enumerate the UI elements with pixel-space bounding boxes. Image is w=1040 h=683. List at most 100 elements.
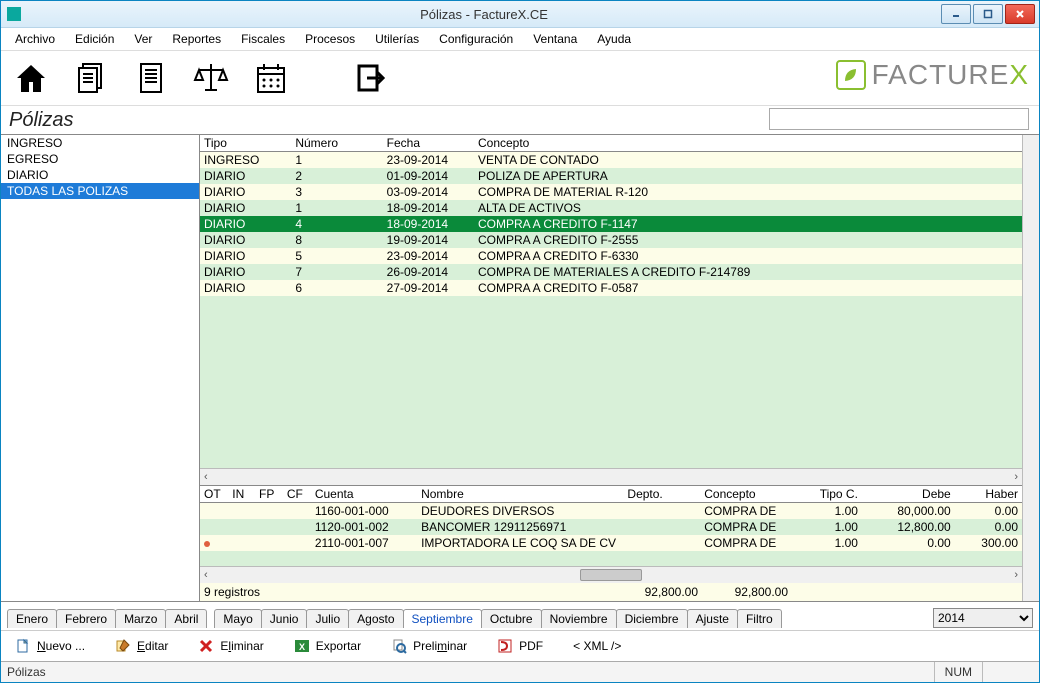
total-haber: 92,800.00 [698, 585, 788, 599]
menu-fiscales[interactable]: Fiscales [233, 30, 293, 48]
page-title: Pólizas [9, 109, 73, 132]
exit-icon[interactable] [351, 58, 391, 98]
edit-icon [115, 638, 131, 654]
col-header[interactable]: Nombre [417, 486, 623, 503]
col-header[interactable]: Depto. [623, 486, 700, 503]
year-select[interactable]: 2014 [933, 608, 1033, 628]
top-hscroll[interactable]: ‹› [200, 468, 1022, 485]
balance-icon[interactable] [191, 58, 231, 98]
col-header[interactable]: Tipo C. [806, 486, 862, 503]
detail-table[interactable]: OTINFPCFCuentaNombreDepto.ConceptoTipo C… [200, 486, 1022, 551]
detail-hscroll[interactable]: ‹› [200, 566, 1022, 583]
detail-panel: OTINFPCFCuentaNombreDepto.ConceptoTipo C… [200, 485, 1022, 601]
status-num: NUM [934, 662, 982, 682]
main-area: INGRESOEGRESODIARIOTODAS LAS POLIZAS Tip… [1, 134, 1039, 601]
tab-febrero[interactable]: Febrero [56, 609, 116, 628]
tab-octubre[interactable]: Octubre [481, 609, 542, 628]
tab-noviembre[interactable]: Noviembre [541, 609, 617, 628]
col-header[interactable]: Concepto [474, 135, 1022, 152]
menu-reportes[interactable]: Reportes [164, 30, 229, 48]
tab-junio[interactable]: Junio [261, 609, 308, 628]
table-row[interactable]: DIARIO726-09-2014COMPRA DE MATERIALES A … [200, 264, 1022, 280]
col-header[interactable]: Cuenta [311, 486, 417, 503]
svg-text:X: X [299, 642, 305, 652]
minimize-button[interactable] [941, 4, 971, 24]
col-header[interactable]: Haber [955, 486, 1022, 503]
tab-mayo[interactable]: Mayo [214, 609, 261, 628]
xml-button[interactable]: < XML /> [573, 639, 621, 653]
sidebar-item[interactable]: TODAS LAS POLIZAS [1, 183, 199, 199]
col-header[interactable]: OT [200, 486, 228, 503]
preview-icon [391, 638, 407, 654]
pdf-button[interactable]: PDF [497, 638, 543, 654]
tab-diciembre[interactable]: Diciembre [616, 609, 688, 628]
polizas-table[interactable]: TipoNúmeroFechaConcepto INGRESO123-09-20… [200, 135, 1022, 296]
bottom-toolbar: NNuevo ...uevo ... Editar Eliminar X Exp… [1, 630, 1039, 661]
col-header[interactable]: Concepto [700, 486, 806, 503]
close-button[interactable] [1005, 4, 1035, 24]
sidebar-item[interactable]: INGRESO [1, 135, 199, 151]
tab-ajuste[interactable]: Ajuste [687, 609, 738, 628]
editar-button[interactable]: Editar [115, 638, 168, 654]
maximize-button[interactable] [973, 4, 1003, 24]
table-row[interactable]: DIARIO819-09-2014COMPRA A CREDITO F-2555 [200, 232, 1022, 248]
col-header[interactable]: Fecha [383, 135, 474, 152]
table-row[interactable]: DIARIO418-09-2014COMPRA A CREDITO F-1147 [200, 216, 1022, 232]
table-row[interactable]: DIARIO523-09-2014COMPRA A CREDITO F-6330 [200, 248, 1022, 264]
calendar-icon[interactable] [251, 58, 291, 98]
top-table-wrap: TipoNúmeroFechaConcepto INGRESO123-09-20… [200, 135, 1022, 485]
month-tabs: EneroFebreroMarzoAbril MayoJunioJulioAgos… [1, 601, 1039, 630]
preliminar-button[interactable]: Preliminar [391, 638, 467, 654]
tab-abril[interactable]: Abril [165, 609, 207, 628]
col-header[interactable]: FP [255, 486, 283, 503]
totals-row: 9 registros 92,800.00 92,800.00 [200, 583, 1022, 601]
status-empty [982, 662, 1033, 682]
detail-empty-area [200, 551, 1022, 566]
table-row[interactable]: 1120-001-002BANCOMER 12911256971COMPRA D… [200, 519, 1022, 535]
table-row[interactable]: DIARIO201-09-2014POLIZA DE APERTURA [200, 168, 1022, 184]
toolbar: FACTUREX [1, 51, 1039, 106]
menu-ayuda[interactable]: Ayuda [589, 30, 639, 48]
sidebar-item[interactable]: EGRESO [1, 151, 199, 167]
col-header[interactable]: Debe [862, 486, 955, 503]
col-header[interactable]: Número [291, 135, 382, 152]
tab-septiembre[interactable]: Septiembre [403, 609, 482, 628]
delete-icon [198, 638, 214, 654]
total-debe: 92,800.00 [588, 585, 698, 599]
menu-edición[interactable]: Edición [67, 30, 122, 48]
brand-text: FACTUREX [872, 59, 1029, 91]
table-row[interactable]: 1160-001-000DEUDORES DIVERSOSCOMPRA DE1.… [200, 503, 1022, 520]
tab-marzo[interactable]: Marzo [115, 609, 166, 628]
exportar-button[interactable]: X Exportar [294, 638, 361, 654]
col-header[interactable]: Tipo [200, 135, 291, 152]
document-stack-icon[interactable] [71, 58, 111, 98]
col-header[interactable]: CF [283, 486, 311, 503]
status-left: Pólizas [7, 665, 46, 679]
search-input[interactable] [769, 108, 1029, 130]
home-icon[interactable] [11, 58, 51, 98]
menu-ventana[interactable]: Ventana [525, 30, 585, 48]
eliminar-button[interactable]: Eliminar [198, 638, 263, 654]
vertical-scrollbar[interactable] [1022, 135, 1039, 601]
table-row[interactable]: DIARIO627-09-2014COMPRA A CREDITO F-0587 [200, 280, 1022, 296]
menu-archivo[interactable]: Archivo [7, 30, 63, 48]
tab-agosto[interactable]: Agosto [348, 609, 403, 628]
tab-filtro[interactable]: Filtro [737, 609, 782, 628]
tab-enero[interactable]: Enero [7, 609, 57, 628]
sidebar-item[interactable]: DIARIO [1, 167, 199, 183]
menu-utilerías[interactable]: Utilerías [367, 30, 427, 48]
nuevo-button[interactable]: NNuevo ...uevo ... [15, 638, 85, 654]
top-empty-area [200, 296, 1022, 468]
menu-procesos[interactable]: Procesos [297, 30, 363, 48]
table-row[interactable]: DIARIO118-09-2014ALTA DE ACTIVOS [200, 200, 1022, 216]
table-row[interactable]: INGRESO123-09-2014VENTA DE CONTADO [200, 152, 1022, 169]
table-row[interactable]: DIARIO303-09-2014COMPRA DE MATERIAL R-12… [200, 184, 1022, 200]
menu-configuración[interactable]: Configuración [431, 30, 521, 48]
table-row[interactable]: 2110-001-007IMPORTADORA LE COQ SA DE CVC… [200, 535, 1022, 551]
tab-julio[interactable]: Julio [306, 609, 349, 628]
menu-ver[interactable]: Ver [126, 30, 160, 48]
document-icon[interactable] [131, 58, 171, 98]
col-header[interactable]: IN [228, 486, 255, 503]
section-header: Pólizas [1, 106, 1039, 134]
excel-icon: X [294, 638, 310, 654]
